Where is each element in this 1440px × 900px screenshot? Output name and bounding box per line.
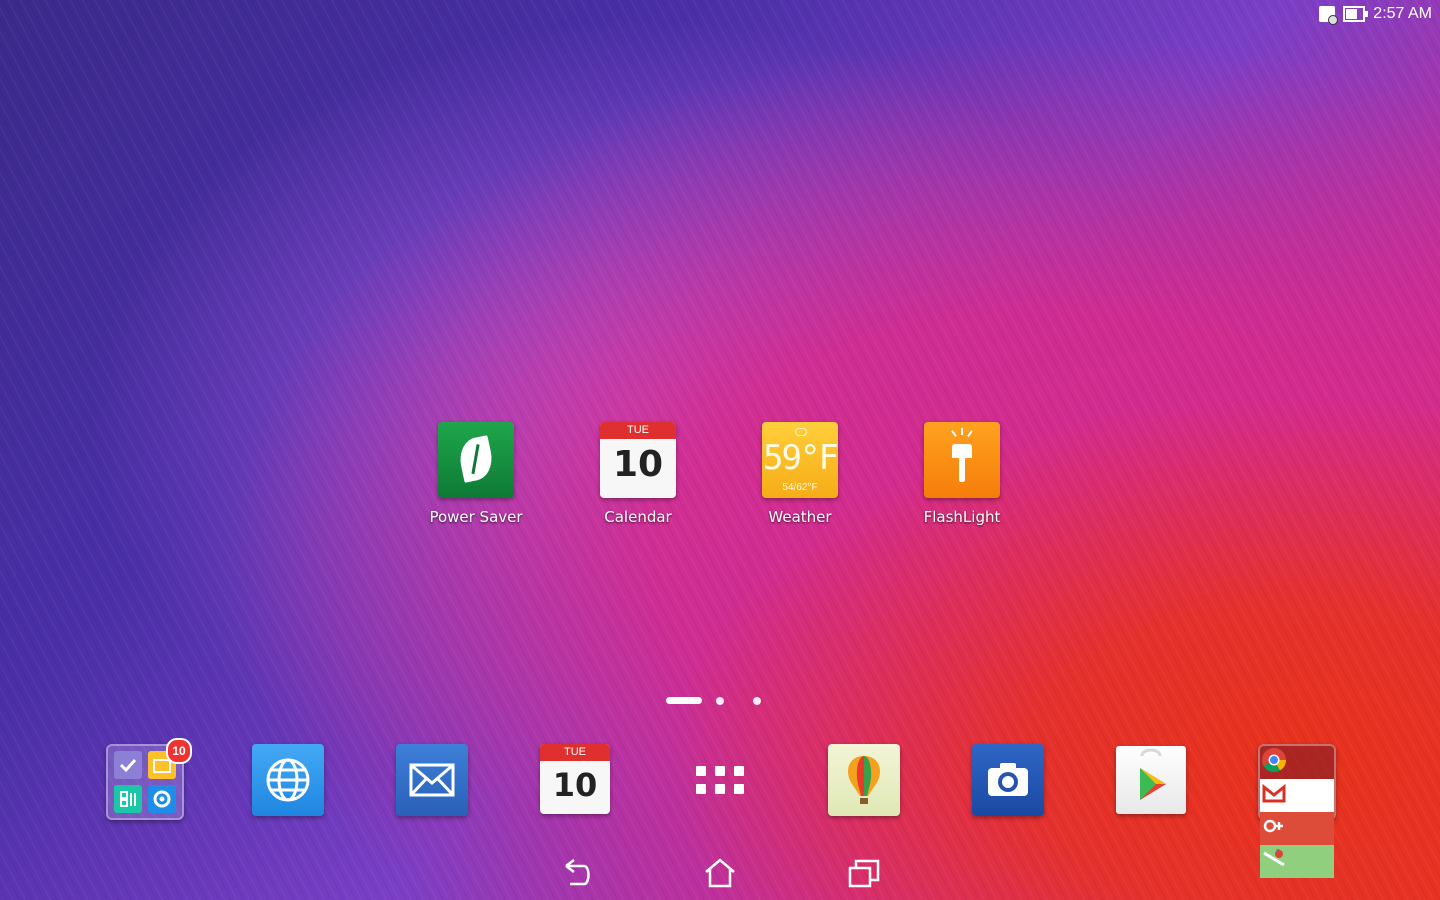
notification-badge: 10 — [166, 738, 192, 764]
calculator-icon — [114, 785, 142, 813]
maps-icon — [1260, 845, 1334, 878]
home-icon[interactable] — [702, 856, 738, 890]
page-indicator-dot[interactable] — [716, 697, 724, 705]
chrome-icon — [1260, 746, 1334, 779]
weather-icon: 59°F 54/62°F — [762, 422, 838, 498]
battery-icon — [1343, 6, 1369, 22]
flashlight-icon — [924, 422, 1000, 498]
app-label: Power Saver — [429, 508, 523, 526]
calendar-day: 10 — [552, 766, 598, 804]
sim-card-icon — [1319, 6, 1339, 25]
camera-icon[interactable] — [972, 744, 1044, 816]
calendar-icon[interactable]: TUE 10 — [540, 744, 610, 814]
weather-temp: 59°F — [763, 438, 838, 478]
app-label: FlashLight — [923, 508, 1001, 526]
app-label: Weather — [768, 508, 832, 526]
page-indicator-dot[interactable] — [753, 697, 761, 705]
settings-icon — [148, 785, 176, 813]
app-weather[interactable]: 59°F 54/62°F Weather — [740, 422, 860, 526]
google-plus-icon — [1260, 812, 1334, 845]
tasks-icon — [114, 751, 142, 779]
calendar-weekday: TUE — [600, 422, 676, 439]
gmail-icon — [1260, 779, 1334, 812]
app-calendar[interactable]: TUE 10 Calendar — [578, 422, 698, 526]
leaf-icon — [438, 422, 514, 498]
app-flashlight[interactable]: FlashLight — [902, 422, 1022, 526]
calendar-day: 10 — [612, 444, 664, 485]
page-indicator — [0, 697, 1440, 707]
balloon-app-icon[interactable] — [828, 744, 900, 816]
status-time: 2:57 AM — [1373, 5, 1432, 22]
play-store-icon[interactable] — [1116, 746, 1186, 814]
browser-icon[interactable] — [252, 744, 324, 816]
status-bar: 2:57 AM — [1319, 0, 1440, 28]
asus-folder[interactable]: 10 — [106, 738, 192, 820]
all-apps-icon[interactable] — [684, 744, 756, 816]
recent-apps-icon[interactable] — [846, 856, 882, 890]
app-power-saver[interactable]: Power Saver — [416, 422, 536, 526]
calendar-weekday: TUE — [540, 744, 610, 761]
mail-icon[interactable] — [396, 744, 468, 816]
cloud-icon — [795, 428, 807, 436]
app-label: Calendar — [604, 508, 672, 526]
page-indicator-current[interactable] — [666, 697, 702, 704]
back-icon[interactable] — [558, 856, 594, 890]
calendar-icon: TUE 10 — [600, 422, 676, 498]
google-folder[interactable] — [1258, 744, 1336, 878]
weather-range: 54/62°F — [782, 482, 818, 493]
